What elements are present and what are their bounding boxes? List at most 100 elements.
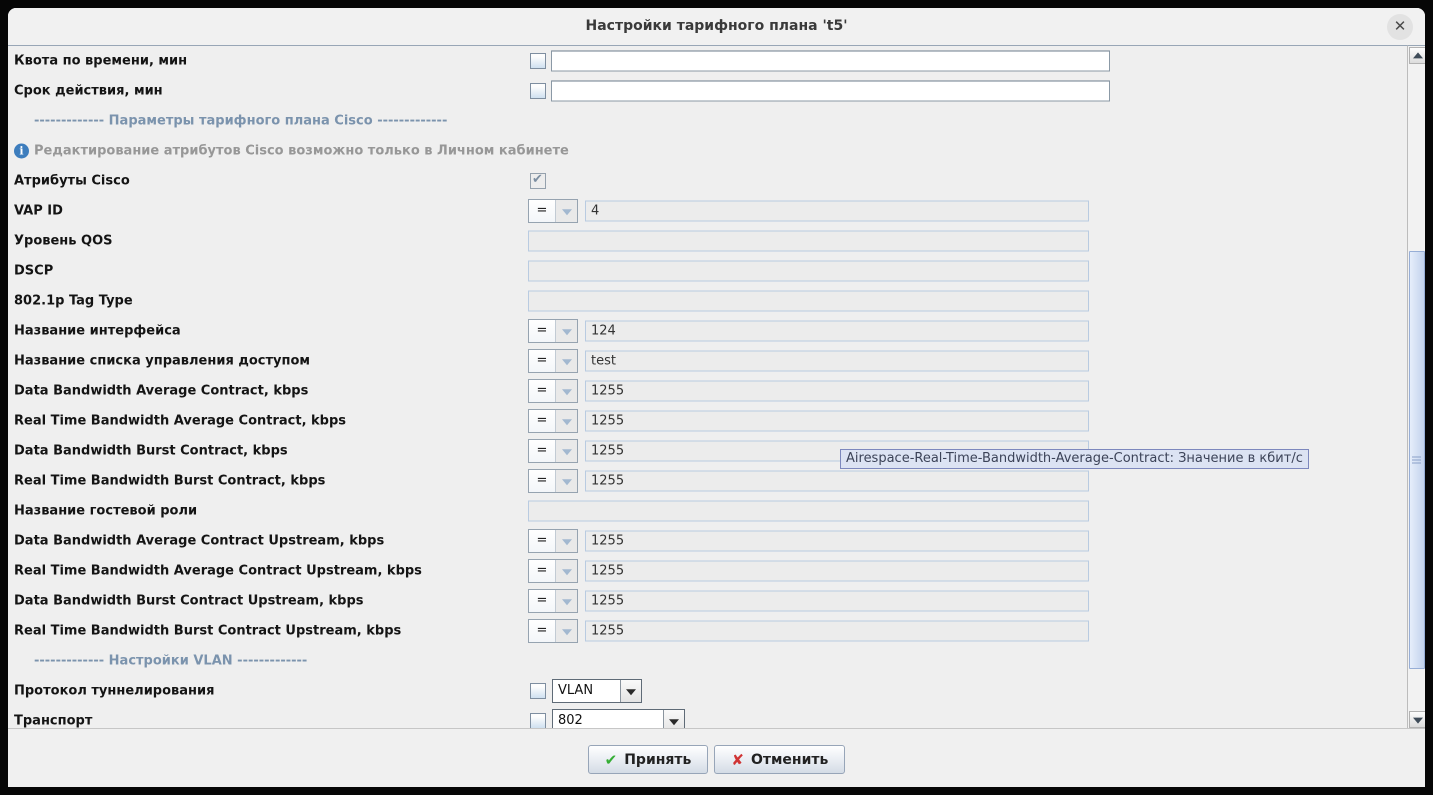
chevron-down-icon	[562, 569, 572, 575]
operator-value: =	[529, 380, 556, 402]
section-header: ------------- Настройки VLAN -----------…	[34, 654, 307, 669]
field-label: DSCP	[14, 264, 53, 279]
field-label: Real Time Bandwidth Burst Contract Upstr…	[14, 624, 401, 639]
form-row: Уровень QOS	[8, 226, 1408, 256]
form-row: Протокол туннелирования VLAN	[8, 676, 1408, 706]
operator-dropdown-arrow	[556, 620, 577, 642]
value-input: 4	[585, 201, 1089, 222]
form-row: ------------- Настройки VLAN -----------…	[8, 646, 1408, 676]
form-row: VAP ID=4	[8, 196, 1408, 226]
accept-check-icon: ✔	[605, 751, 618, 769]
dropdown-arrow[interactable]	[663, 710, 684, 729]
form-row: Транспорт802	[8, 706, 1408, 729]
form-scroll-area: Квота по времени, мин Срок действия, мин -…	[8, 45, 1408, 729]
field-label: Протокол туннелирования	[14, 684, 214, 699]
field-label: Data Bandwidth Burst Contract, kbps	[14, 444, 288, 459]
scroll-up-icon[interactable]	[1409, 47, 1425, 64]
vertical-scrollbar[interactable]	[1407, 45, 1425, 729]
operator-value: =	[529, 470, 556, 492]
form-row: Real Time Bandwidth Burst Contract Upstr…	[8, 616, 1408, 646]
operator-select: =	[528, 439, 578, 463]
operator-select: =	[528, 379, 578, 403]
text-input[interactable]	[551, 51, 1110, 72]
chevron-down-icon	[562, 329, 572, 335]
cancel-button[interactable]: ✘ Отменить	[714, 745, 845, 774]
operator-value: =	[529, 530, 556, 552]
tariff-settings-dialog: Настройки тарифного плана 't5' ✕ Квота п…	[8, 8, 1425, 787]
operator-dropdown-arrow	[556, 530, 577, 552]
accept-button[interactable]: ✔ Принять	[588, 745, 709, 774]
cancel-x-icon: ✘	[731, 751, 744, 769]
field-label: Уровень QOS	[14, 234, 113, 249]
field-label: Атрибуты Cisco	[14, 174, 130, 189]
operator-value: =	[529, 560, 556, 582]
field-label: Real Time Bandwidth Burst Contract, kbps	[14, 474, 325, 489]
chevron-down-icon	[562, 479, 572, 485]
dialog-titlebar: Настройки тарифного плана 't5' ✕	[8, 8, 1425, 45]
field-label: Data Bandwidth Burst Contract Upstream, …	[14, 594, 364, 609]
operator-value: =	[529, 410, 556, 432]
form-row: Data Bandwidth Average Contract Upstream…	[8, 526, 1408, 556]
operator-value: =	[529, 350, 556, 372]
form-row: 802.1p Tag Type	[8, 286, 1408, 316]
chevron-down-icon	[562, 389, 572, 395]
chevron-down-icon	[562, 449, 572, 455]
dropdown-select[interactable]: 802	[552, 709, 685, 729]
chevron-down-icon	[669, 719, 679, 725]
section-header: ------------- Параметры тарифного плана …	[34, 114, 447, 129]
value-input: test	[585, 351, 1089, 372]
chevron-down-icon	[562, 539, 572, 545]
dialog-title: Настройки тарифного плана 't5'	[8, 18, 1425, 34]
operator-dropdown-arrow	[556, 410, 577, 432]
operator-value: =	[529, 620, 556, 642]
scroll-down-icon[interactable]	[1409, 711, 1425, 728]
operator-select: =	[528, 469, 578, 493]
checkbox[interactable]	[530, 83, 546, 99]
check-icon: ✔	[532, 172, 543, 187]
form-row: Real Time Bandwidth Average Contract Ups…	[8, 556, 1408, 586]
dropdown-select[interactable]: VLAN	[552, 679, 642, 703]
info-icon: i	[14, 144, 29, 159]
form-row: DSCP	[8, 256, 1408, 286]
form-row: Real Time Bandwidth Burst Contract, kbps…	[8, 466, 1408, 496]
field-label: Название списка управления доступом	[14, 354, 310, 369]
value-input: 1255	[585, 471, 1089, 492]
value-input: 1255	[585, 531, 1089, 552]
operator-select: =	[528, 619, 578, 643]
chevron-down-icon	[562, 419, 572, 425]
field-label: Название гостевой роли	[14, 504, 197, 519]
operator-dropdown-arrow	[556, 320, 577, 342]
operator-dropdown-arrow	[556, 590, 577, 612]
form-row: Срок действия, мин	[8, 76, 1408, 106]
field-label: Real Time Bandwidth Average Contract Ups…	[14, 564, 422, 579]
checkbox[interactable]	[530, 683, 546, 699]
checkbox[interactable]	[530, 53, 546, 69]
cancel-button-label: Отменить	[751, 752, 828, 768]
field-label: Квота по времени, мин	[14, 54, 187, 69]
checkbox: ✔	[530, 173, 546, 189]
operator-select: =	[528, 559, 578, 583]
value-input: 1255	[585, 561, 1089, 582]
text-input[interactable]	[551, 81, 1110, 102]
close-icon[interactable]: ✕	[1387, 14, 1413, 40]
chevron-down-icon	[562, 209, 572, 215]
field-label: Data Bandwidth Average Contract Upstream…	[14, 534, 384, 549]
operator-select: =	[528, 529, 578, 553]
chevron-down-icon	[562, 599, 572, 605]
operator-dropdown-arrow	[556, 470, 577, 492]
operator-select: =	[528, 589, 578, 613]
field-label: Real Time Bandwidth Average Contract, kb…	[14, 414, 346, 429]
info-text: Редактирование атрибутов Cisco возможно …	[34, 144, 569, 159]
checkbox[interactable]	[530, 713, 546, 729]
scrollbar-thumb[interactable]	[1409, 251, 1425, 669]
chevron-down-icon	[626, 689, 636, 695]
form-rows: Квота по времени, мин Срок действия, мин -…	[8, 46, 1408, 729]
operator-select: =	[528, 199, 578, 223]
field-label: Срок действия, мин	[14, 84, 163, 99]
value-input: 1255	[585, 381, 1089, 402]
form-row: Квота по времени, мин	[8, 46, 1408, 76]
operator-select: =	[528, 319, 578, 343]
readonly-input	[528, 261, 1089, 282]
dropdown-arrow[interactable]	[620, 680, 641, 702]
form-row: Real Time Bandwidth Average Contract, kb…	[8, 406, 1408, 436]
